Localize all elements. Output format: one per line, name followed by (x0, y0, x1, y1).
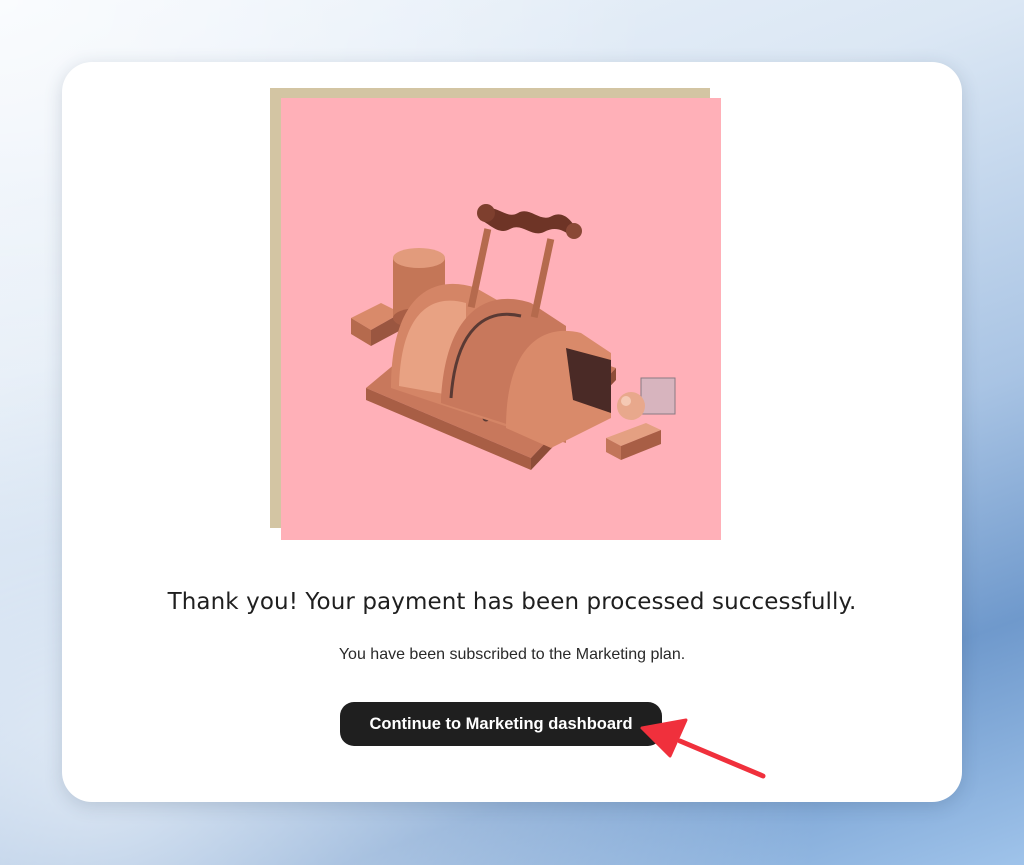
subscription-message: You have been subscribed to the Marketin… (338, 646, 686, 663)
continue-to-dashboard-button[interactable]: Continue to Marketing dashboard (340, 702, 662, 746)
success-headline: Thank you! Your payment has been process… (167, 589, 857, 615)
payment-success-card: Thank you! Your payment has been process… (62, 62, 962, 802)
lever-machine-illustration (351, 204, 676, 470)
illustration (281, 98, 721, 540)
